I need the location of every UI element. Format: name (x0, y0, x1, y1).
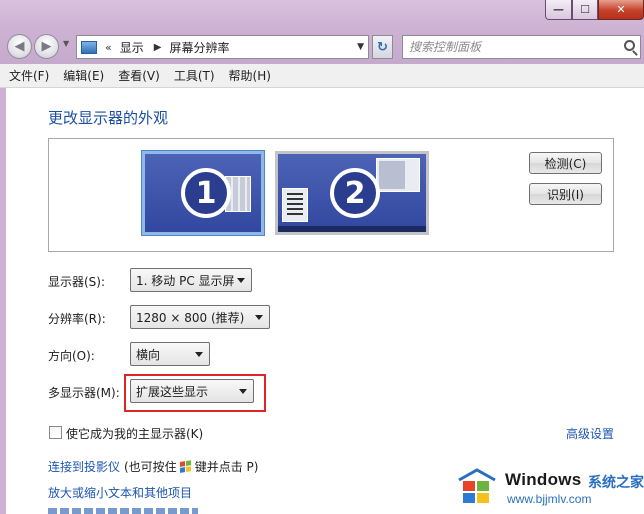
search-input[interactable] (403, 36, 613, 58)
recent-pages-chevron-icon[interactable]: ▼ (63, 39, 69, 48)
orientation-label: 方向(O): (48, 349, 95, 363)
detect-button[interactable]: 检测(C) (529, 152, 602, 174)
menu-edit[interactable]: 编辑(E) (56, 67, 111, 84)
projector-hint-suffix: 键并点击 P) (194, 460, 259, 474)
watermark-brand: Windows (505, 470, 582, 489)
monitor-number: 2 (330, 168, 380, 218)
page-title: 更改显示器的外观 (48, 109, 169, 127)
window-thumbnail-icon (376, 158, 420, 192)
navigation-bar: ◀ ▶ ▼ « 显示 ▶ 屏幕分辨率 ▼ ↻ (0, 28, 644, 64)
control-panel-icon (81, 40, 97, 54)
connect-projector-link[interactable]: 连接到投影仪 (48, 458, 120, 475)
orientation-select[interactable]: 横向 (130, 342, 210, 366)
watermark-brand-cn: 系统之家 (588, 475, 644, 491)
window-controls: — ☐ ✕ (545, 0, 644, 20)
text-size-link[interactable]: 放大或缩小文本和其他项目 (48, 484, 192, 501)
watermark: Windows 系统之家 www.bjjmlv.com (455, 462, 644, 514)
monitor-number: 1 (181, 168, 231, 218)
search-icon[interactable] (624, 40, 635, 51)
window-titlebar: — ☐ ✕ (0, 0, 644, 28)
windows-logo-icon (458, 468, 496, 503)
monitor-1[interactable]: 1 (142, 151, 264, 235)
monitor-2[interactable]: 2 (275, 151, 429, 235)
display-select-value: 1. 移动 PC 显示屏 (136, 273, 235, 288)
multi-display-label: 多显示器(M): (48, 386, 120, 400)
document-thumbnail-icon (282, 188, 308, 222)
breadcrumb-item-display[interactable]: 显示 (120, 39, 144, 56)
main-content: 更改显示器的外观 1 2 检测(C) 识别(I) 显示器(S): 1. 移动 P… (6, 88, 644, 514)
monitor-arrangement-panel: 1 2 检测(C) 识别(I) (48, 138, 614, 252)
maximize-button[interactable]: ☐ (572, 0, 598, 20)
breadcrumb-separator-icon[interactable]: ▶ (154, 42, 162, 53)
display-select[interactable]: 1. 移动 PC 显示屏 (130, 268, 252, 292)
menu-help[interactable]: 帮助(H) (222, 67, 278, 84)
identify-button[interactable]: 识别(I) (529, 183, 602, 205)
orientation-select-value: 横向 (136, 347, 161, 362)
breadcrumb-item-resolution[interactable]: 屏幕分辨率 (169, 39, 229, 56)
next-link-partial (48, 508, 208, 514)
refresh-button[interactable]: ↻ (372, 35, 393, 59)
address-bar[interactable]: « 显示 ▶ 屏幕分辨率 ▼ (76, 35, 369, 59)
minimize-button[interactable]: — (545, 0, 572, 20)
highlight-annotation-box (124, 374, 266, 412)
address-dropdown-icon[interactable]: ▼ (357, 42, 364, 52)
projector-hint: (也可按住 键并点击 P) (124, 458, 258, 475)
chevron-down-icon (255, 315, 263, 320)
menu-view[interactable]: 查看(V) (111, 67, 167, 84)
resolution-label: 分辨率(R): (48, 312, 106, 326)
advanced-settings-link[interactable]: 高级设置 (566, 425, 614, 442)
display-label: 显示器(S): (48, 275, 106, 289)
resolution-select-value: 1280 × 800 (推荐) (136, 310, 245, 325)
taskbar-thumbnail (278, 226, 426, 232)
chevron-down-icon (237, 278, 245, 283)
search-box[interactable] (402, 35, 641, 59)
back-button[interactable]: ◀ (7, 34, 32, 59)
menu-bar: 文件(F) 编辑(E) 查看(V) 工具(T) 帮助(H) (0, 64, 644, 88)
watermark-url: www.bjjmlv.com (507, 492, 592, 506)
forward-button[interactable]: ▶ (34, 34, 59, 59)
primary-display-checkbox[interactable] (49, 426, 62, 439)
breadcrumb-overflow-icon[interactable]: « (105, 41, 112, 54)
menu-tools[interactable]: 工具(T) (167, 67, 222, 84)
resolution-select[interactable]: 1280 × 800 (推荐) (130, 305, 270, 329)
chevron-down-icon (195, 352, 203, 357)
menu-file[interactable]: 文件(F) (0, 67, 56, 84)
close-button[interactable]: ✕ (598, 0, 644, 20)
windows-key-icon (179, 460, 192, 474)
primary-display-label: 使它成为我的主显示器(K) (66, 427, 204, 441)
projector-hint-prefix: (也可按住 (124, 460, 177, 474)
